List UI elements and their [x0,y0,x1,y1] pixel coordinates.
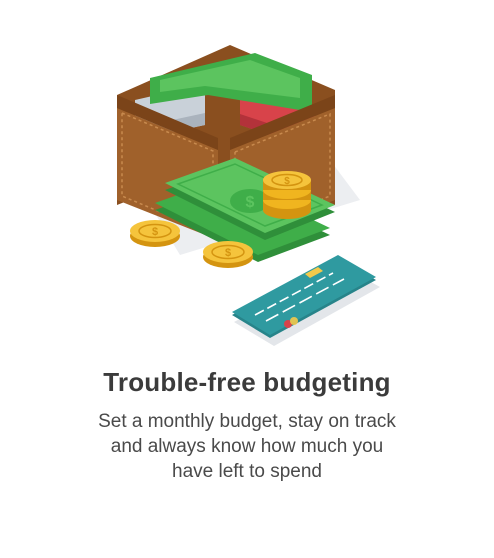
svg-text:$: $ [152,226,158,238]
svg-text:$: $ [246,194,255,211]
budget-illustration: $ $ $ $ [117,45,380,346]
credit-card-icon [232,255,380,346]
feature-description-line-3: have left to spend [172,461,322,482]
svg-text:$: $ [225,247,231,259]
coin-stack-icon: $ [263,171,311,219]
feature-description-line-2: and always know how much you [110,436,384,457]
svg-text:$: $ [284,176,290,187]
feature-card: $ $ $ $ Trouble-free budgeting Set a mon… [0,0,494,558]
feature-description: Set a monthly budget, stay on track and … [40,409,454,484]
coin-icon: $ [130,220,180,247]
feature-title: Trouble-free budgeting [103,367,391,397]
coin-icon-2: $ [203,241,253,268]
feature-description-line-1: Set a monthly budget, stay on track [98,411,396,432]
